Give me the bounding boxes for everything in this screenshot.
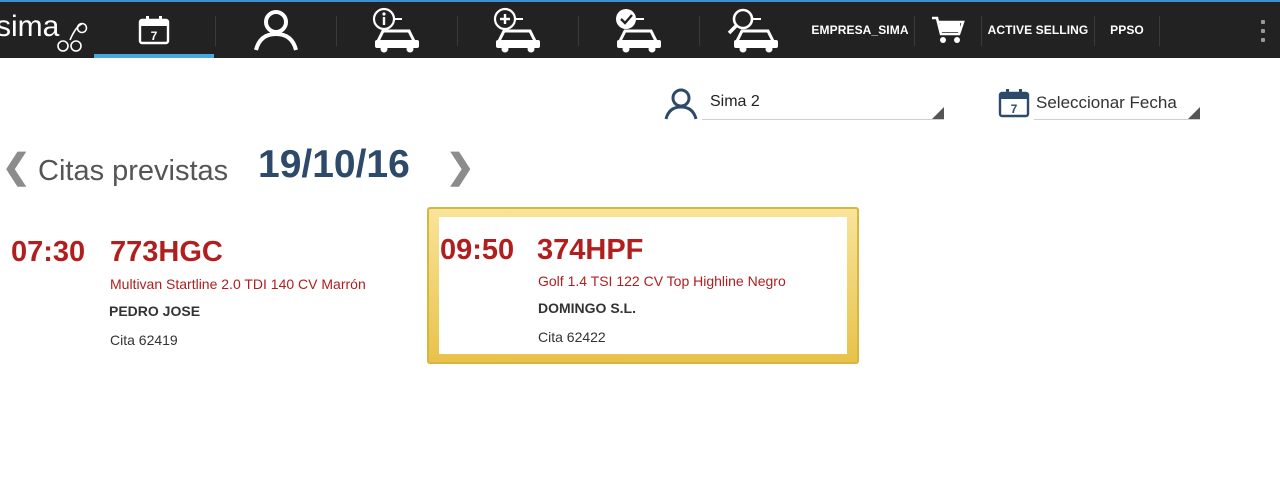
ppso-link[interactable]: PPSO: [1096, 2, 1158, 58]
license-plate: 374HPF: [537, 234, 644, 266]
calendar-icon: 7: [998, 89, 1030, 118]
license-plate: 773HGC: [110, 236, 223, 268]
date-filter[interactable]: 7 Seleccionar Fecha: [998, 86, 1200, 120]
next-day-button[interactable]: ❯: [446, 147, 475, 187]
divider: [1094, 16, 1095, 46]
vehicle-model: Multivan Startline 2.0 TDI 140 CV Marrón: [110, 276, 366, 292]
appointment-card-selected[interactable]: 09:50 374HPF Golf 1.4 TSI 122 CV Top Hig…: [427, 207, 859, 364]
prev-day-button[interactable]: ❮: [2, 147, 31, 187]
car-check-icon: [616, 9, 661, 53]
client-name: DOMINGO S.L.: [538, 300, 636, 316]
dropdown-arrow-icon: [1188, 107, 1200, 119]
car-info-icon: [372, 7, 419, 53]
svg-text:sima: sima: [0, 10, 60, 43]
tab-car-search[interactable]: [700, 2, 810, 58]
car-add-icon: [493, 7, 540, 53]
page-title: Citas previstas: [38, 155, 229, 187]
divider: [981, 16, 982, 46]
car-search-icon: [727, 8, 778, 53]
more-vertical-icon[interactable]: [1260, 20, 1266, 42]
advisor-filter[interactable]: Sima 2: [664, 86, 944, 120]
appointment-id: Cita 62422: [538, 329, 606, 345]
sima-logo[interactable]: sima: [0, 6, 92, 54]
tab-car-add[interactable]: [458, 2, 578, 58]
user-icon: [254, 10, 298, 51]
current-date: 19/10/16: [258, 143, 410, 186]
svg-text:7: 7: [1011, 102, 1018, 116]
tab-car-check[interactable]: [579, 2, 699, 58]
client-name: PEDRO JOSE: [109, 303, 201, 319]
vehicle-model: Golf 1.4 TSI 122 CV Top Highline Negro: [538, 273, 786, 289]
cart-icon: [932, 16, 965, 43]
tab-car-info[interactable]: [337, 2, 457, 58]
appointment-time: 07:30: [11, 236, 86, 268]
dropdown-arrow-icon: [932, 107, 944, 119]
divider: [1159, 16, 1160, 46]
appointment-id: Cita 62419: [110, 332, 178, 348]
svg-text:7: 7: [151, 29, 158, 43]
appointment-time: 09:50: [440, 234, 515, 266]
advisor-value: Sima 2: [710, 93, 760, 110]
tab-calendar[interactable]: 7: [94, 2, 214, 58]
empresa-link[interactable]: EMPRESA_SIMA: [808, 2, 912, 58]
top-navigation-bar: sima 7 EMPRESA_SIMA ACTIVE SELLING PPSO: [0, 0, 1280, 58]
card-body: 09:50 374HPF Golf 1.4 TSI 122 CV Top Hig…: [439, 217, 847, 354]
appointment-card[interactable]: 07:30 773HGC Multivan Startline 2.0 TDI …: [0, 226, 420, 366]
tab-user[interactable]: [216, 2, 336, 58]
advisor-select[interactable]: Sima 2: [702, 87, 944, 120]
cart-button[interactable]: [915, 2, 981, 58]
date-select[interactable]: Seleccionar Fecha: [1034, 87, 1200, 120]
calendar-icon: 7: [138, 16, 170, 45]
date-placeholder: Seleccionar Fecha: [1036, 93, 1177, 112]
appointments-header: ❮ Citas previstas 19/10/16 ❯: [0, 140, 600, 190]
user-icon: [664, 88, 698, 120]
active-selling-link[interactable]: ACTIVE SELLING: [983, 2, 1093, 58]
